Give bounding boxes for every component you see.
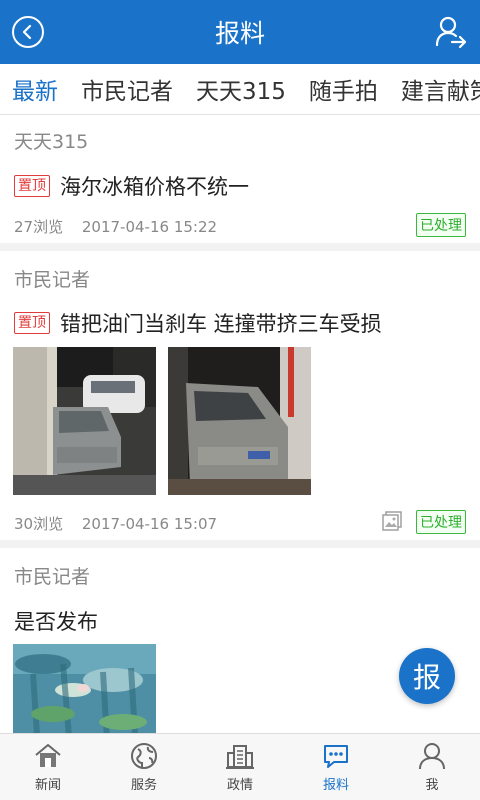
status-badge: 已处理 <box>416 510 466 534</box>
nav-news[interactable]: 新闻 <box>0 734 96 800</box>
item-title: 错把油门当刹车 连撞带挤三车受损 <box>60 312 382 336</box>
nav-label: 新闻 <box>34 778 61 793</box>
tab-latest[interactable]: 最新 <box>12 72 58 106</box>
tab-315[interactable]: 天天315 <box>196 72 286 106</box>
user-logout-button[interactable] <box>434 15 468 49</box>
tab-citizen-reporter[interactable]: 市民记者 <box>81 72 173 106</box>
item-title-row: 是否发布 <box>14 606 98 636</box>
item-category: 天天315 <box>14 131 89 153</box>
user-exit-icon <box>435 16 467 49</box>
nav-services[interactable]: 服务 <box>96 734 192 800</box>
back-button[interactable] <box>12 16 44 48</box>
nav-me[interactable]: 我 <box>384 734 480 800</box>
tab-snapshot[interactable]: 随手拍 <box>309 72 378 106</box>
chat-icon <box>324 745 348 768</box>
image-gallery-icon <box>382 511 402 531</box>
car-photo-2 <box>168 347 311 495</box>
building-icon <box>226 745 254 769</box>
item-category: 市民记者 <box>14 269 91 291</box>
globe-icon <box>131 743 157 769</box>
car-photo-1 <box>13 347 156 495</box>
report-feed: 天天315 置顶 海尔冰箱价格不统一 27浏览 2017-04-16 15:22… <box>0 115 480 733</box>
item-category: 市民记者 <box>14 566 91 588</box>
photo-thumbnail[interactable] <box>13 347 156 495</box>
tab-suggestions[interactable]: 建言献策 <box>401 72 480 106</box>
report-fab[interactable]: 报 <box>399 648 455 704</box>
timestamp: 2017-04-16 15:22 <box>81 218 218 236</box>
item-title: 是否发布 <box>14 610 98 634</box>
item-title-row: 置顶 错把油门当刹车 连撞带挤三车受损 <box>14 308 382 338</box>
bottom-nav: 新闻 服务 政情 报料 我 <box>0 733 480 800</box>
pinned-badge: 置顶 <box>14 175 50 197</box>
feed-item[interactable]: 天天315 置顶 海尔冰箱价格不统一 27浏览 2017-04-16 15:22… <box>0 115 480 251</box>
home-icon <box>35 744 61 767</box>
chevron-left-icon <box>22 24 32 40</box>
top-bar: 报料 <box>0 0 480 64</box>
person-icon <box>419 743 445 770</box>
nav-government[interactable]: 政情 <box>192 734 288 800</box>
pinned-badge: 置顶 <box>14 312 50 334</box>
app-root: 报料 最新 市民记者 天天315 随手拍 建言献策 天天315 置顶 海尔冰箱价… <box>0 0 480 800</box>
item-meta: 30浏览 2017-04-16 15:07 <box>14 513 217 534</box>
nav-label: 我 <box>425 778 439 793</box>
nav-label: 政情 <box>226 778 253 793</box>
view-count: 30浏览 <box>14 515 64 533</box>
page-title: 报料 <box>214 19 265 48</box>
view-count: 27浏览 <box>14 218 64 236</box>
item-title-row: 置顶 海尔冰箱价格不统一 <box>14 171 249 201</box>
category-tabs: 最新 市民记者 天天315 随手拍 建言献策 <box>0 64 480 114</box>
item-title: 海尔冰箱价格不统一 <box>60 175 249 199</box>
painting-photo <box>13 644 156 733</box>
feed-item[interactable]: 市民记者 置顶 错把油门当刹车 连撞带挤三车受损 30浏览 2017-04-16… <box>0 251 480 548</box>
photo-thumbnail[interactable] <box>168 347 311 495</box>
timestamp: 2017-04-16 15:07 <box>81 515 218 533</box>
photo-thumbnail[interactable] <box>13 644 156 733</box>
nav-label: 报料 <box>322 778 349 793</box>
nav-report[interactable]: 报料 <box>288 734 384 800</box>
status-badge: 已处理 <box>416 213 466 237</box>
item-meta: 27浏览 2017-04-16 15:22 <box>14 216 217 237</box>
feed-item[interactable]: 市民记者 是否发布 <box>0 548 480 733</box>
nav-label: 服务 <box>130 778 157 793</box>
